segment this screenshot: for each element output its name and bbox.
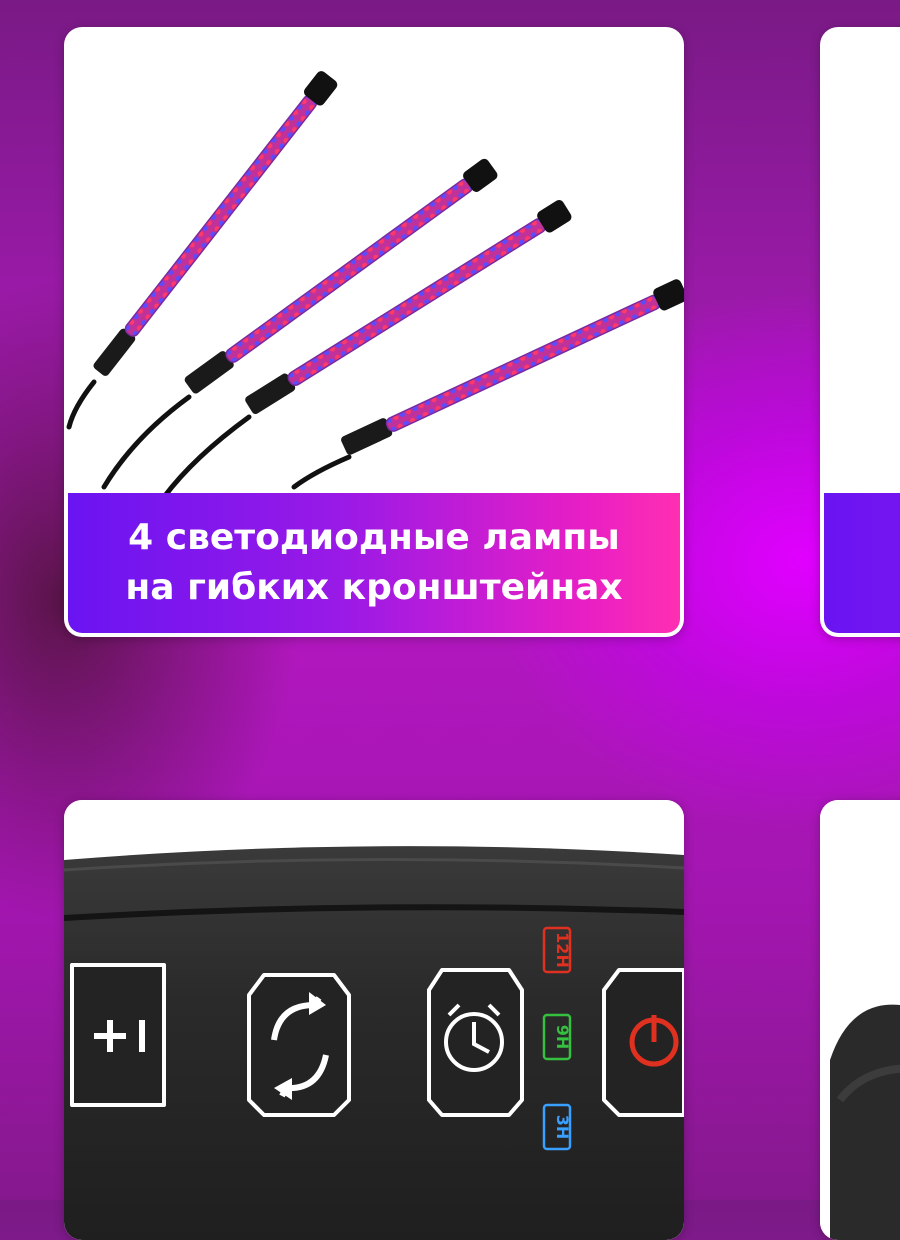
caption-line-1: 4 светодиодные лампы [128, 517, 620, 558]
power-icon [602, 968, 684, 1117]
cycle-icon [247, 973, 351, 1117]
feature-card-partial-photo [820, 800, 900, 1240]
svg-text:12H: 12H [553, 932, 572, 968]
feature-caption: 4 светодиодные лампы на гибких кронштейн… [68, 493, 680, 633]
feature-card-control-panel: 12H 9H 3H [64, 800, 684, 1240]
caption-line-2: на гибких кронштейнах [125, 567, 623, 608]
control-panel-photo: 12H 9H 3H [64, 800, 684, 1240]
plus-minus-icon [70, 963, 166, 1107]
feature-card-partial [820, 27, 900, 637]
svg-text:3H: 3H [553, 1115, 572, 1140]
partial-photo [820, 800, 900, 1240]
feature-caption-partial [824, 493, 900, 633]
svg-text:9H: 9H [553, 1025, 572, 1050]
timer-icon [427, 968, 524, 1117]
feature-card-lamps: 4 светодиодные лампы на гибких кронштейн… [64, 27, 684, 637]
